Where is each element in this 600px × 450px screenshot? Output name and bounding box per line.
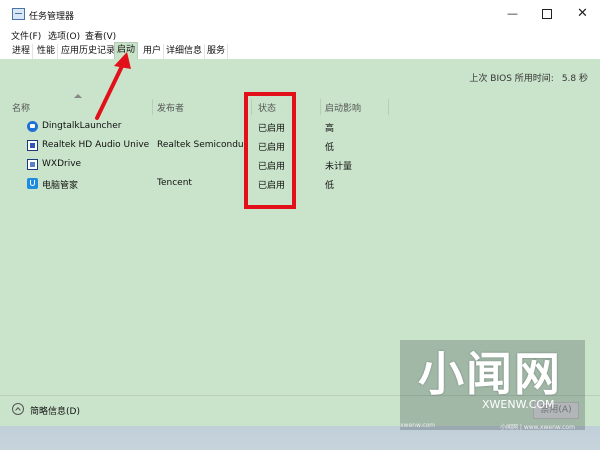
watermark-logo: 小闻网 (418, 347, 562, 401)
watermark-tiny-left: xwenw.com (400, 422, 436, 429)
watermark-domain: XWENW.COM (482, 398, 555, 411)
watermark-tiny-right: 小闻网 | www.xwenw.com (500, 424, 575, 431)
